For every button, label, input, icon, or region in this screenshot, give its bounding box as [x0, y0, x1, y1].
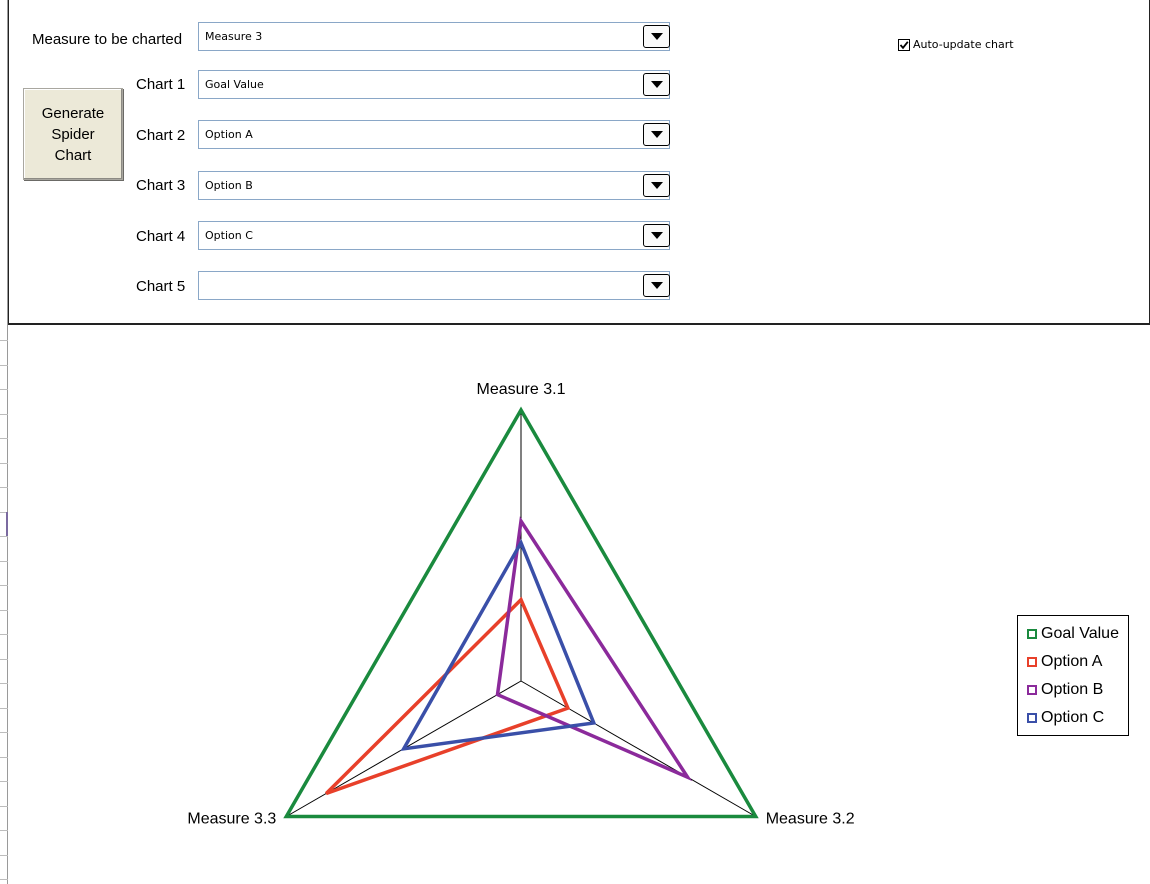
legend-label: Option B	[1041, 681, 1104, 698]
generate-spider-chart-button[interactable]: Generate Spider Chart	[23, 88, 123, 180]
axis-label: Measure 3.1	[477, 381, 566, 398]
legend-item: Option A	[1027, 653, 1102, 671]
chart-3-label: Chart 3	[136, 177, 186, 194]
chart-legend: Goal Value Option A Option B Option C	[1017, 615, 1129, 736]
axis-label: Measure 3.2	[766, 811, 855, 828]
chart-3-dropdown[interactable]: Option B	[198, 171, 670, 200]
chart-2-value: Option A	[205, 128, 253, 141]
chart-1-dropdown[interactable]: Goal Value	[198, 70, 670, 99]
chevron-down-icon[interactable]	[643, 25, 670, 48]
chart-5-label: Chart 5	[136, 278, 186, 295]
legend-label: Goal Value	[1041, 625, 1119, 642]
legend-label: Option A	[1041, 653, 1103, 670]
chart-1-value: Goal Value	[205, 78, 264, 91]
measure-label: Measure to be charted	[32, 31, 183, 48]
auto-update-label: Auto-update chart	[913, 38, 1014, 51]
chart-1-label: Chart 1	[136, 76, 186, 93]
auto-update-checkbox[interactable]: Auto-update chart	[898, 38, 1014, 51]
measure-dropdown[interactable]: Measure 3	[198, 22, 670, 51]
chart-4-dropdown[interactable]: Option C	[198, 221, 670, 250]
series-option-a	[324, 596, 571, 796]
chart-4-label: Chart 4	[136, 228, 186, 245]
legend-swatch	[1027, 685, 1037, 695]
control-panel: Measure to be charted Measure 3 Generate…	[8, 0, 1150, 325]
chart-2-label: Chart 2	[136, 127, 186, 144]
chart-5-dropdown[interactable]	[198, 271, 670, 300]
spider-chart: Measure 3.1 Measure 3.2 Measure 3.3	[187, 381, 855, 828]
chevron-down-icon[interactable]	[643, 73, 670, 96]
checkbox-box[interactable]	[898, 38, 910, 51]
chevron-down-icon[interactable]	[643, 123, 670, 146]
chart-4-value: Option C	[205, 229, 253, 242]
legend-label: Option C	[1041, 709, 1105, 726]
chevron-down-icon[interactable]	[643, 274, 670, 297]
series-option-c	[400, 538, 597, 752]
legend-item: Option B	[1027, 681, 1103, 699]
chart-2-dropdown[interactable]: Option A	[198, 120, 670, 149]
legend-swatch	[1027, 657, 1037, 667]
chart-3-value: Option B	[205, 179, 253, 192]
chevron-down-icon[interactable]	[643, 224, 670, 247]
axis-label: Measure 3.3	[187, 811, 276, 828]
legend-swatch	[1027, 629, 1037, 639]
chevron-down-icon[interactable]	[643, 174, 670, 197]
legend-item: Option C	[1027, 709, 1104, 727]
legend-item: Goal Value	[1027, 625, 1119, 643]
measure-dropdown-value: Measure 3	[205, 30, 263, 43]
legend-swatch	[1027, 713, 1037, 723]
checkmark-icon	[899, 40, 909, 49]
